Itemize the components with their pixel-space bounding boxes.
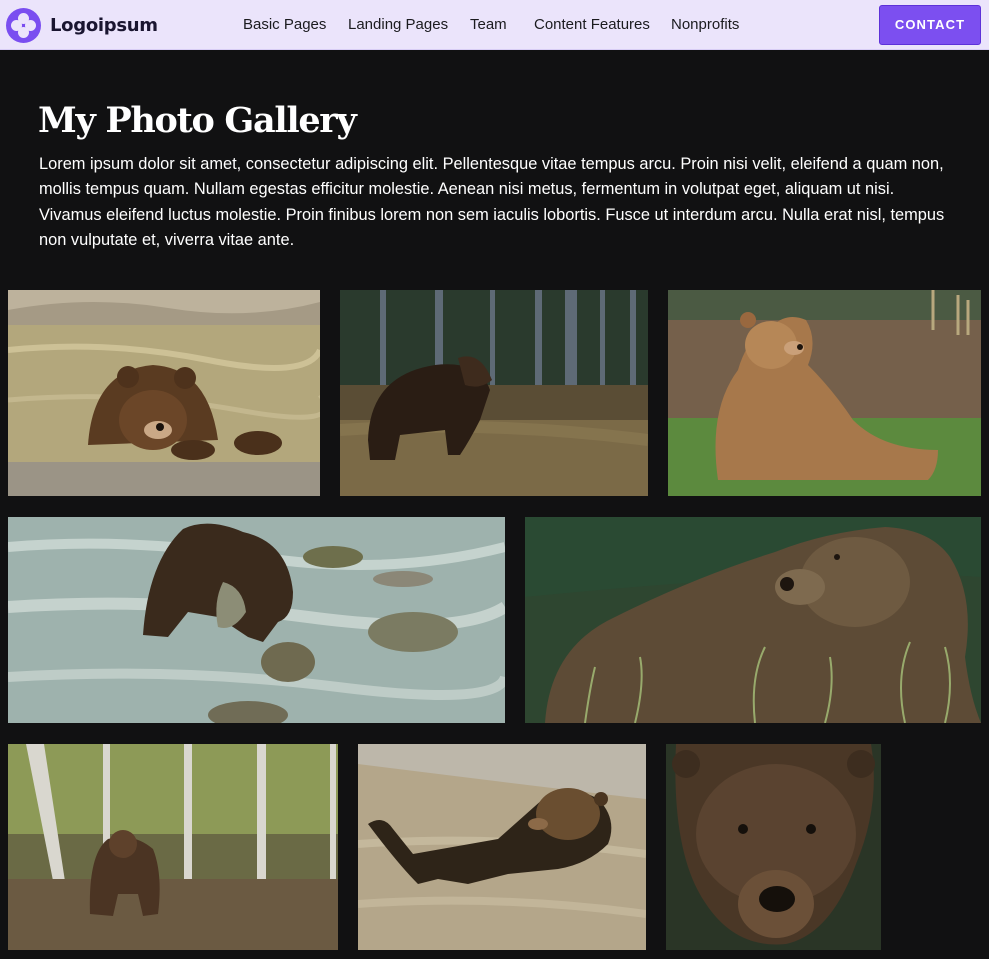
photo-bear-close-up-in-grass[interactable] [525,517,981,723]
logo-icon [6,7,41,43]
nav-landing-pages[interactable]: Landing Pages [348,16,448,33]
nav-team[interactable]: Team [470,16,507,33]
nav-basic-pages[interactable]: Basic Pages [243,16,326,33]
photo-bear-resting-in-pool[interactable] [8,290,320,496]
nav-content-features[interactable]: Content Features [534,16,650,33]
contact-button[interactable]: CONTACT [879,5,981,45]
photo-bear-sitting-on-grass[interactable] [668,290,981,496]
photo-bear-in-birch-forest[interactable] [8,744,338,950]
nav-nonprofits[interactable]: Nonprofits [671,16,739,33]
photo-bear-floating-in-water[interactable] [358,744,646,950]
logo-text: Logoipsum [50,14,158,36]
site-header: Logoipsum Basic Pages Landing Pages Team… [0,0,989,50]
logo[interactable]: Logoipsum [6,7,158,43]
intro-paragraph: Lorem ipsum dolor sit amet, consectetur … [39,155,945,249]
photo-bear-catching-fish-in-river[interactable] [8,517,505,723]
photo-bear-walking-in-forest[interactable] [340,290,648,496]
photo-bear-face-portrait[interactable] [666,744,881,950]
page-title: My Photo Gallery [38,100,357,141]
